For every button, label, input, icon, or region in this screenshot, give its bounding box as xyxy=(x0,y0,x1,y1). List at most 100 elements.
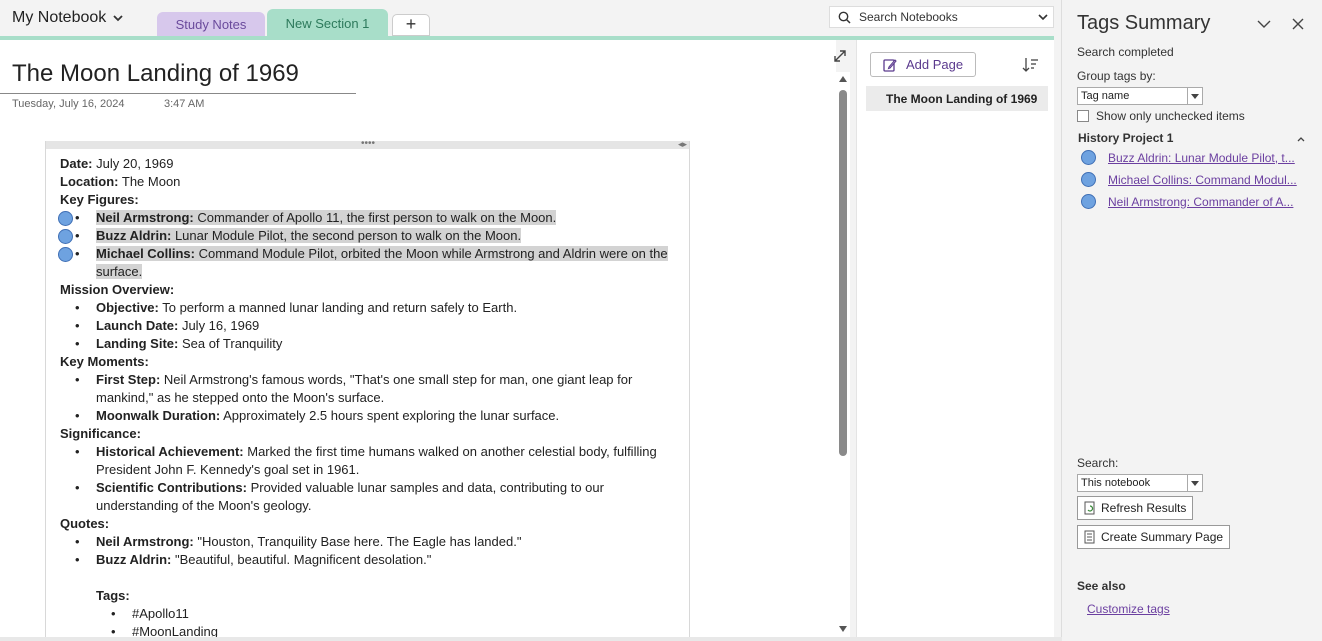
show-unchecked-toggle[interactable]: Show only unchecked items xyxy=(1077,109,1245,123)
note-drag-handle[interactable]: •••• ◂▸ xyxy=(46,139,689,149)
dropdown-arrow-icon[interactable] xyxy=(1187,475,1202,491)
highlighted-text: Neil Armstrong: Commander of Apollo 11, … xyxy=(96,210,557,225)
tag-result-item[interactable]: Michael Collins: Command Modul... xyxy=(1081,172,1297,187)
tab-new-section-1[interactable]: New Section 1 xyxy=(267,9,388,37)
unchecked-checkbox[interactable] xyxy=(1077,110,1089,122)
tag-circle-icon[interactable] xyxy=(58,211,73,226)
date-value: July 20, 1969 xyxy=(92,156,174,171)
page-canvas[interactable]: The Moon Landing of 1969 Tuesday, July 1… xyxy=(0,40,836,638)
create-summary-label: Create Summary Page xyxy=(1101,530,1224,544)
refresh-icon xyxy=(1084,501,1095,515)
item-text: To perform a manned lunar landing and re… xyxy=(158,300,518,315)
add-page-icon xyxy=(883,58,897,72)
tag-circle-icon[interactable] xyxy=(58,229,73,244)
tags-list: #Apollo11 #MoonLanding xyxy=(60,605,685,638)
list-item: Buzz Aldrin: Lunar Module Pilot, the sec… xyxy=(58,227,685,245)
scroll-thumb[interactable] xyxy=(839,90,847,456)
key-figures-list: Neil Armstrong: Commander of Apollo 11, … xyxy=(58,209,685,281)
chevron-down-icon[interactable] xyxy=(1257,19,1271,29)
group-by-label: Group tags by: xyxy=(1077,69,1156,83)
notebook-picker[interactable]: My Notebook xyxy=(12,9,124,27)
tags-summary-pane: Tags Summary Search completed Group tags… xyxy=(1063,0,1322,641)
highlighted-text: Buzz Aldrin: Lunar Module Pilot, the sec… xyxy=(96,228,522,243)
item-label: Objective: xyxy=(96,300,159,315)
search-notebooks-box[interactable] xyxy=(829,6,1054,28)
create-summary-page-button[interactable]: Create Summary Page xyxy=(1077,525,1231,549)
add-page-label: Add Page xyxy=(906,57,964,72)
moments-list: First Step: Neil Armstrong's famous word… xyxy=(60,371,685,425)
tab-label: Study Notes xyxy=(175,17,247,32)
mission-list: Objective: To perform a manned lunar lan… xyxy=(60,299,685,353)
customize-tags-link[interactable]: Customize tags xyxy=(1087,602,1170,616)
search-input[interactable] xyxy=(859,10,1019,24)
date-line: Date: July 20, 1969 xyxy=(60,155,685,173)
figure-name: Neil Armstrong: xyxy=(96,210,194,225)
search-scope-label: Search: xyxy=(1077,456,1119,470)
tag-result-item[interactable]: Neil Armstrong: Commander of A... xyxy=(1081,194,1293,209)
add-page-button[interactable]: Add Page xyxy=(870,52,976,77)
refresh-label: Refresh Results xyxy=(1101,501,1187,515)
page-time: 3:47 AM xyxy=(164,98,205,110)
tag-result-item[interactable]: Buzz Aldrin: Lunar Module Pilot, t... xyxy=(1081,150,1295,165)
tab-study-notes[interactable]: Study Notes xyxy=(157,12,265,37)
page-list-pane: Add Page The Moon Landing of 1969 xyxy=(856,40,1054,638)
bottom-edge xyxy=(0,637,1062,641)
page-list-item-label: The Moon Landing of 1969 xyxy=(886,91,1038,106)
dropdown-arrow-icon[interactable] xyxy=(1187,88,1202,104)
add-section-button[interactable]: + xyxy=(392,14,430,36)
title-divider xyxy=(0,93,356,94)
significance-list: Historical Achievement: Marked the first… xyxy=(60,443,685,515)
significance-heading: Significance: xyxy=(60,426,141,441)
group-by-select[interactable]: Tag name xyxy=(1077,87,1203,105)
pane-divider[interactable] xyxy=(1054,0,1062,641)
tag-group-header[interactable]: History Project 1 xyxy=(1078,131,1308,145)
item-label: Moonwalk Duration: xyxy=(96,408,221,423)
group-by-value: Tag name xyxy=(1081,90,1130,102)
item-label: Historical Achievement: xyxy=(96,444,244,459)
quotes-heading: Quotes: xyxy=(60,516,110,531)
tag-circle-icon xyxy=(1081,172,1096,187)
plus-icon: + xyxy=(405,14,417,34)
notebook-name: My Notebook xyxy=(12,9,107,26)
item-label: Buzz Aldrin: xyxy=(96,552,172,567)
list-item: Historical Achievement: Marked the first… xyxy=(60,443,685,479)
page-date: Tuesday, July 16, 2024 xyxy=(12,98,125,110)
key-figures-heading: Key Figures: xyxy=(60,192,139,207)
page-list-item[interactable]: The Moon Landing of 1969 xyxy=(866,86,1048,111)
list-item: Launch Date: July 16, 1969 xyxy=(60,317,685,335)
list-item: Scientific Contributions: Provided valua… xyxy=(60,479,685,515)
page-scrollbar[interactable] xyxy=(836,72,850,638)
chevron-down-icon[interactable] xyxy=(1037,11,1049,23)
list-item: #MoonLanding xyxy=(60,623,685,638)
list-item: Michael Collins: Command Module Pilot, o… xyxy=(58,245,685,281)
tag-result-link[interactable]: Neil Armstrong: Commander of A... xyxy=(1108,195,1293,209)
tag-result-link[interactable]: Buzz Aldrin: Lunar Module Pilot, t... xyxy=(1108,151,1295,165)
sort-icon[interactable] xyxy=(1021,56,1039,74)
figure-text: Commander of Apollo 11, the first person… xyxy=(193,210,557,225)
scroll-down-icon[interactable] xyxy=(839,626,847,632)
expand-icon[interactable] xyxy=(832,48,848,64)
search-scope-select[interactable]: This notebook xyxy=(1077,474,1203,492)
tags-summary-title: Tags Summary xyxy=(1077,12,1211,34)
tag-circle-icon[interactable] xyxy=(58,247,73,262)
chevron-up-icon[interactable] xyxy=(1296,135,1306,143)
drag-dots-icon[interactable]: •••• xyxy=(361,139,375,149)
item-text: "Houston, Tranquility Base here. The Eag… xyxy=(193,534,522,549)
item-text: "Beautiful, beautiful. Magnificent desol… xyxy=(171,552,432,567)
scroll-up-icon[interactable] xyxy=(839,76,847,82)
location-line: Location: The Moon xyxy=(60,173,685,191)
tab-label: New Section 1 xyxy=(285,15,370,31)
refresh-results-button[interactable]: Refresh Results xyxy=(1077,496,1194,520)
page-title[interactable]: The Moon Landing of 1969 xyxy=(12,60,299,88)
list-item: Objective: To perform a manned lunar lan… xyxy=(60,299,685,317)
list-item: Moonwalk Duration: Approximately 2.5 hou… xyxy=(60,407,685,425)
tag-result-link[interactable]: Michael Collins: Command Modul... xyxy=(1108,173,1297,187)
item-label: Scientific Contributions: xyxy=(96,480,247,495)
item-text: Neil Armstrong's famous words, "That's o… xyxy=(96,372,633,405)
resize-handle-icon[interactable]: ◂▸ xyxy=(678,140,687,149)
note-body[interactable]: Date: July 20, 1969 Location: The Moon K… xyxy=(58,155,685,638)
close-icon[interactable] xyxy=(1292,18,1304,30)
note-container[interactable]: •••• ◂▸ Date: July 20, 1969 Location: Th… xyxy=(45,139,690,638)
item-text: Sea of Tranquility xyxy=(178,336,283,351)
